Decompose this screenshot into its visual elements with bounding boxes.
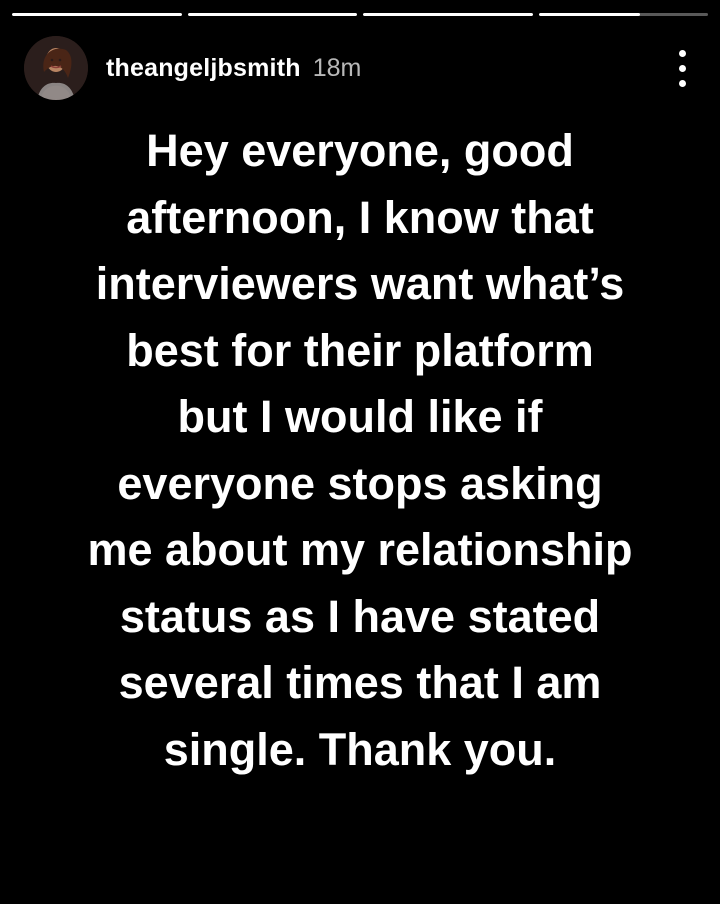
story-text-line: everyone stops asking bbox=[117, 457, 603, 509]
progress-segment-3 bbox=[363, 13, 533, 16]
story-text-line: me about my relationship bbox=[87, 524, 633, 575]
story-text-line: best for their platform bbox=[126, 324, 594, 376]
more-options-icon-dot bbox=[678, 64, 686, 72]
progress-segment-1 bbox=[12, 13, 182, 16]
story-text-line: interviewers want what’s bbox=[95, 258, 625, 309]
story-header: theangeljbsmith 18m bbox=[24, 36, 696, 100]
story-text-line: afternoon, I know that bbox=[126, 191, 594, 243]
story-text-line: single. Thank you. bbox=[163, 723, 557, 775]
avatar[interactable] bbox=[24, 36, 88, 100]
progress-fill-2 bbox=[187, 13, 357, 16]
progress-segment-2 bbox=[187, 13, 357, 16]
avatar-image bbox=[24, 36, 88, 100]
progress-segment-4 bbox=[538, 13, 708, 16]
story-text-line: several times that I am bbox=[118, 657, 602, 708]
story-text: Hey everyone, good afternoon, I know tha… bbox=[30, 118, 690, 783]
more-options-icon bbox=[678, 49, 686, 57]
username[interactable]: theangeljbsmith bbox=[106, 54, 301, 83]
progress-fill-1 bbox=[12, 13, 182, 16]
time-ago: 18m bbox=[312, 53, 362, 82]
story-text-line: but I would like if bbox=[177, 391, 543, 442]
story-progress-bar bbox=[12, 13, 708, 16]
story-text-line: status as I have stated bbox=[119, 590, 601, 642]
progress-fill-3 bbox=[363, 13, 533, 16]
progress-fill-4 bbox=[538, 13, 641, 16]
more-options-icon-dot bbox=[678, 79, 686, 87]
more-options-button[interactable] bbox=[668, 44, 696, 92]
story-text-line: Hey everyone, good bbox=[146, 125, 574, 176]
